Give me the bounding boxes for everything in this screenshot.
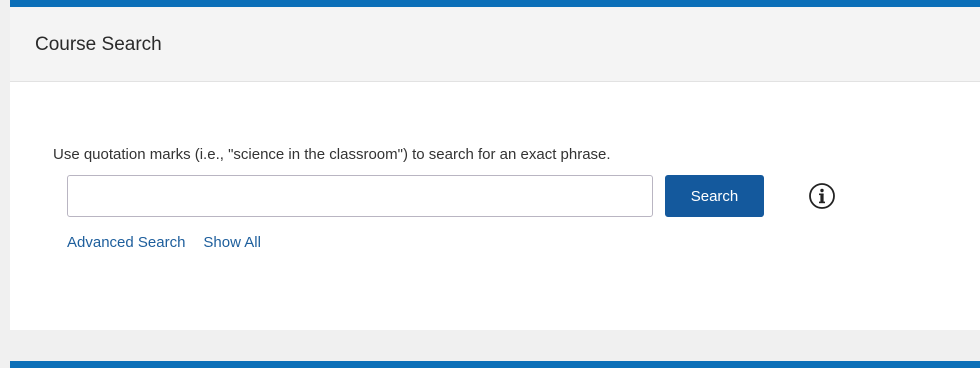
info-circle-icon — [809, 183, 835, 209]
panel-body: Use quotation marks (i.e., "science in t… — [10, 82, 980, 330]
panel-header: Course Search — [10, 7, 980, 82]
search-input[interactable] — [67, 175, 653, 217]
search-row: Search — [67, 175, 837, 217]
info-icon[interactable] — [807, 181, 837, 211]
search-hint: Use quotation marks (i.e., "science in t… — [53, 146, 611, 163]
next-panel-top-border — [10, 361, 980, 368]
search-links: Advanced Search Show All — [67, 234, 261, 251]
show-all-link[interactable]: Show All — [203, 234, 261, 251]
search-button[interactable]: Search — [665, 175, 764, 217]
advanced-search-link[interactable]: Advanced Search — [67, 234, 185, 251]
page-title: Course Search — [35, 34, 162, 55]
course-search-panel: Course Search Use quotation marks (i.e.,… — [10, 0, 980, 330]
